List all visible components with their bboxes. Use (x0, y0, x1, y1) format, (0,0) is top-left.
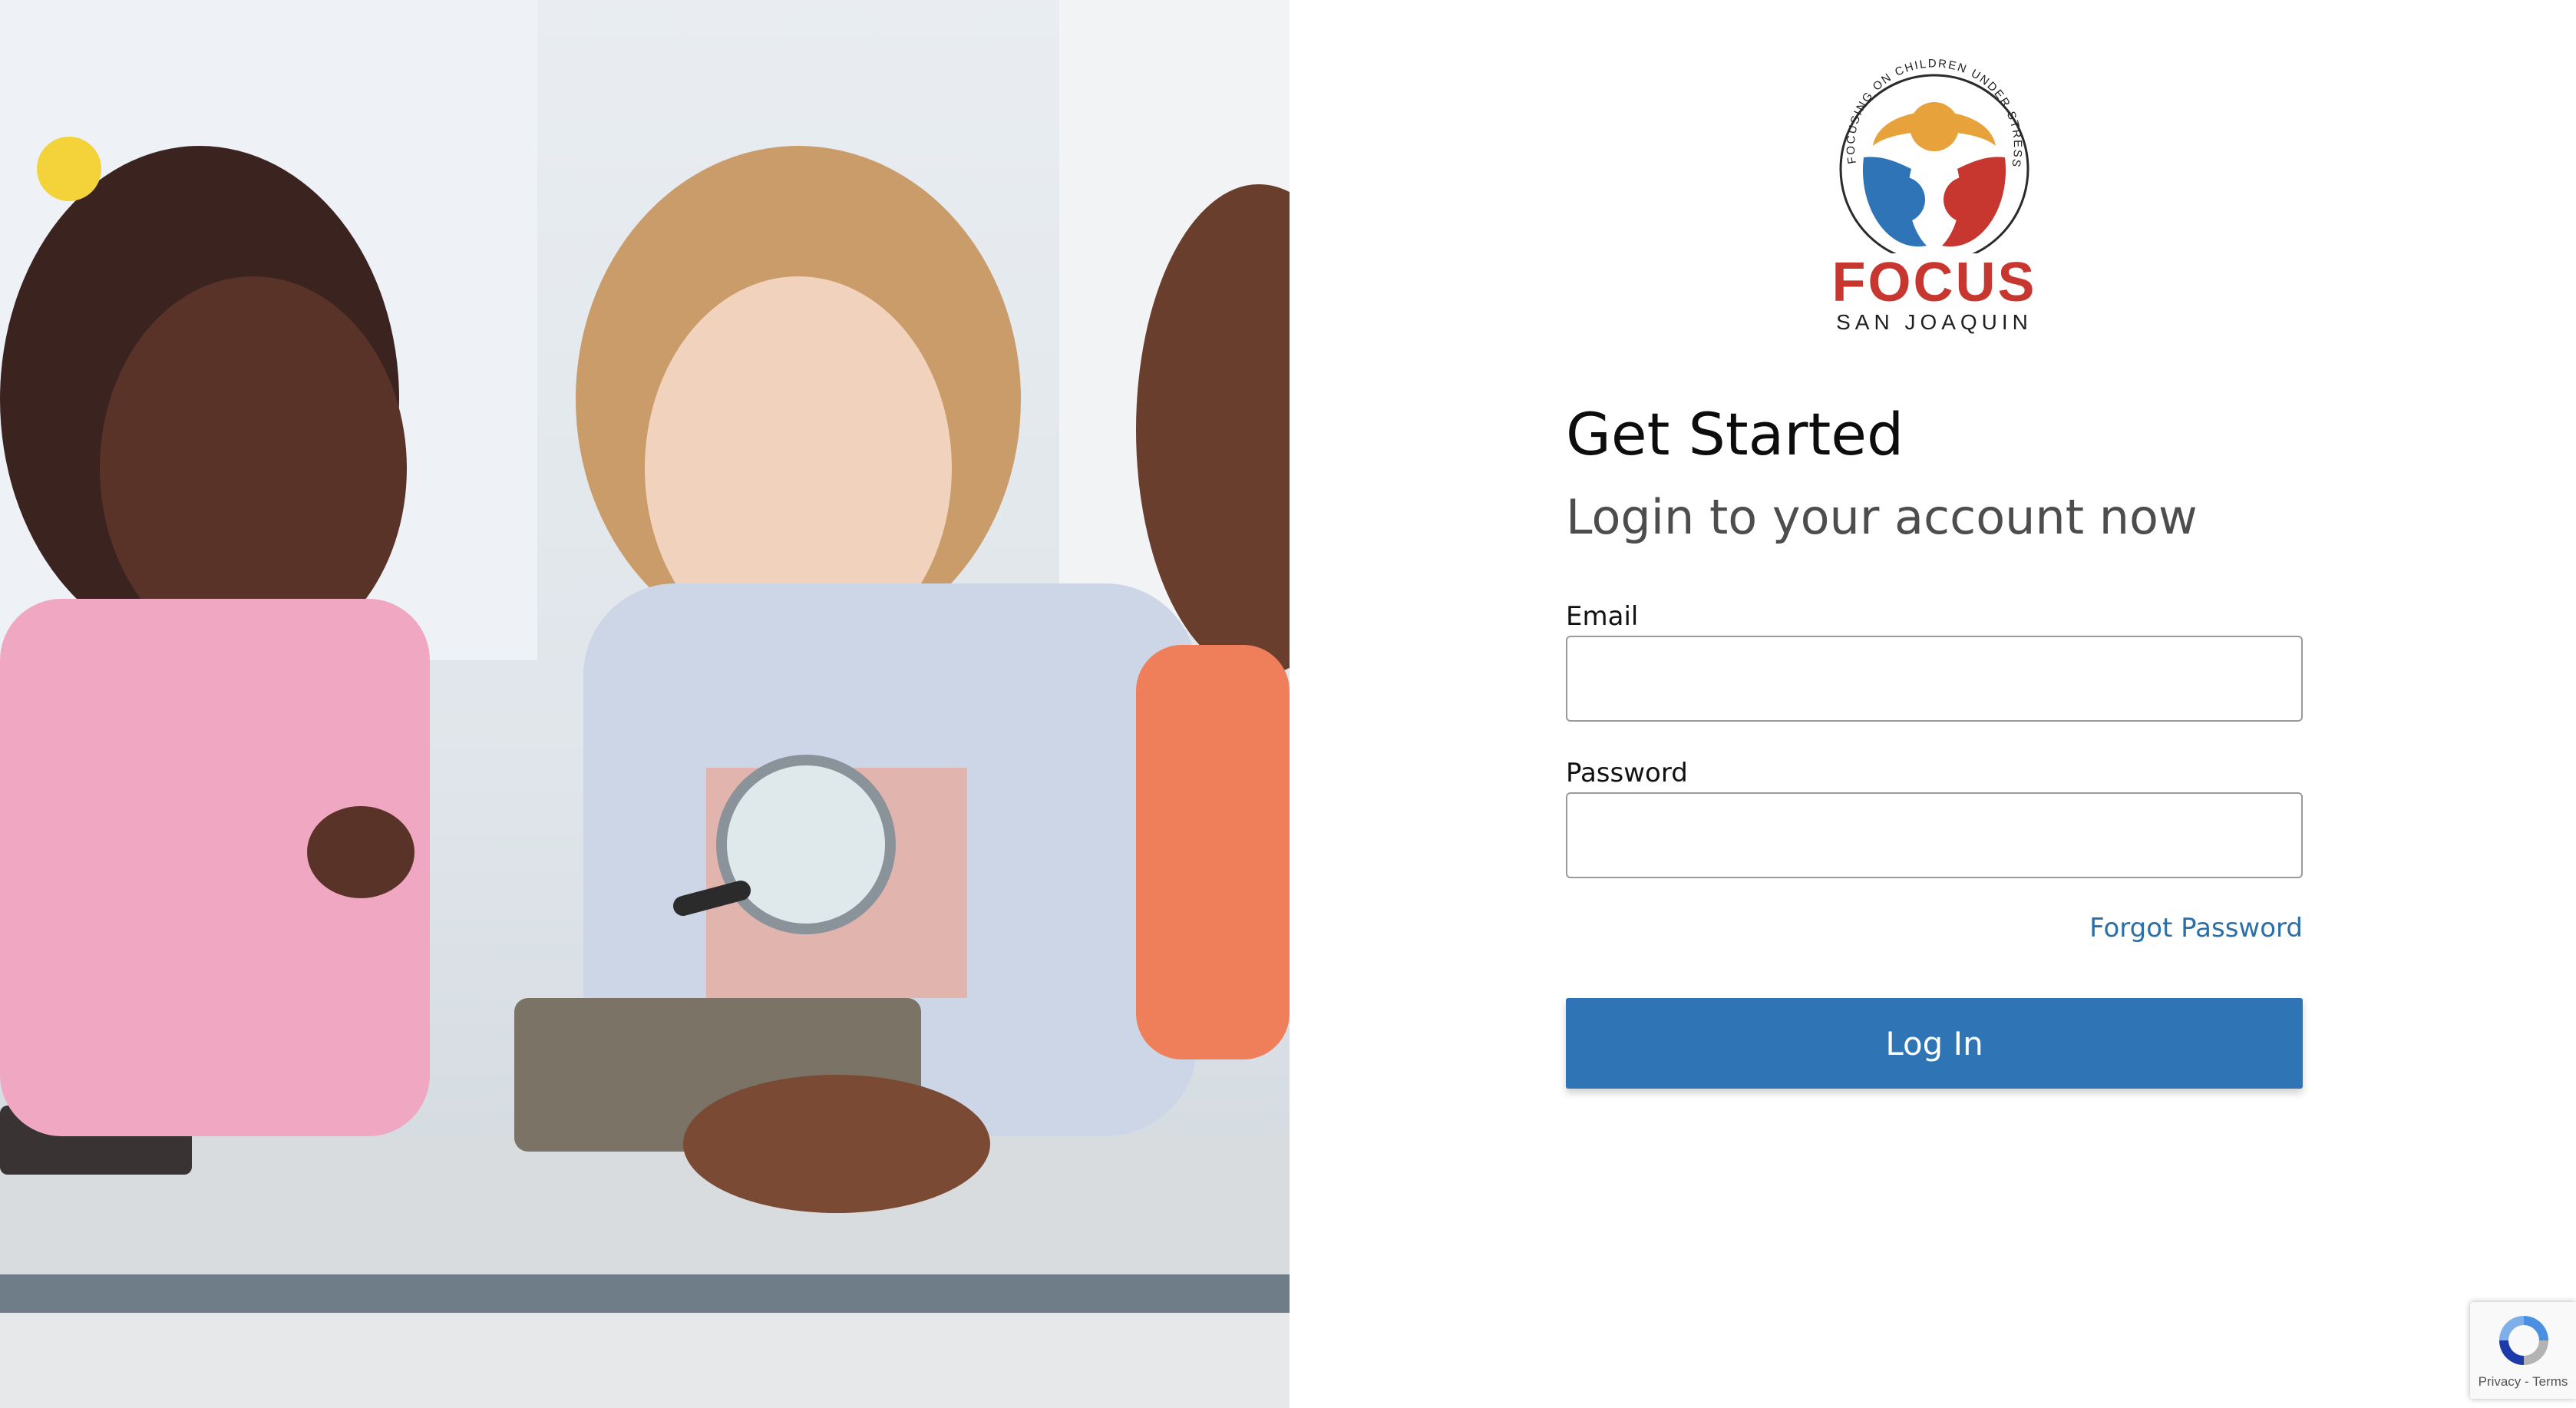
forgot-password-link[interactable]: Forgot Password (1566, 915, 2303, 941)
recaptcha-links: Privacy - Terms (2470, 1374, 2576, 1390)
focus-logo: FOCUSING ON CHILDREN UNDER STRESS FOCUS … (1827, 54, 2042, 338)
page-title: Get Started (1566, 400, 1904, 468)
hero-photo (0, 0, 1290, 1408)
password-label: Password (1566, 758, 1688, 788)
focus-logo-mark: FOCUSING ON CHILDREN UNDER STRESS (1839, 57, 2029, 264)
recaptcha-badge[interactable]: Privacy - Terms (2470, 1302, 2576, 1399)
email-field[interactable] (1566, 636, 2303, 722)
logo-wordmark: FOCUS (1831, 252, 2037, 313)
recaptcha-icon (2499, 1316, 2548, 1365)
log-in-button[interactable]: Log In (1566, 998, 2303, 1089)
login-page: FOCUSING ON CHILDREN UNDER STRESS FOCUS … (0, 0, 2576, 1408)
password-field[interactable] (1566, 792, 2303, 878)
hero-illustration (0, 0, 1290, 1408)
recaptcha-terms-link[interactable]: Terms (2532, 1374, 2568, 1389)
recaptcha-privacy-link[interactable]: Privacy (2479, 1374, 2522, 1389)
email-label: Email (1566, 601, 1639, 632)
logo-location: SAN JOAQUIN (1836, 310, 2033, 334)
recaptcha-separator: - (2525, 1374, 2529, 1389)
page-subtitle: Login to your account now (1566, 489, 2198, 545)
